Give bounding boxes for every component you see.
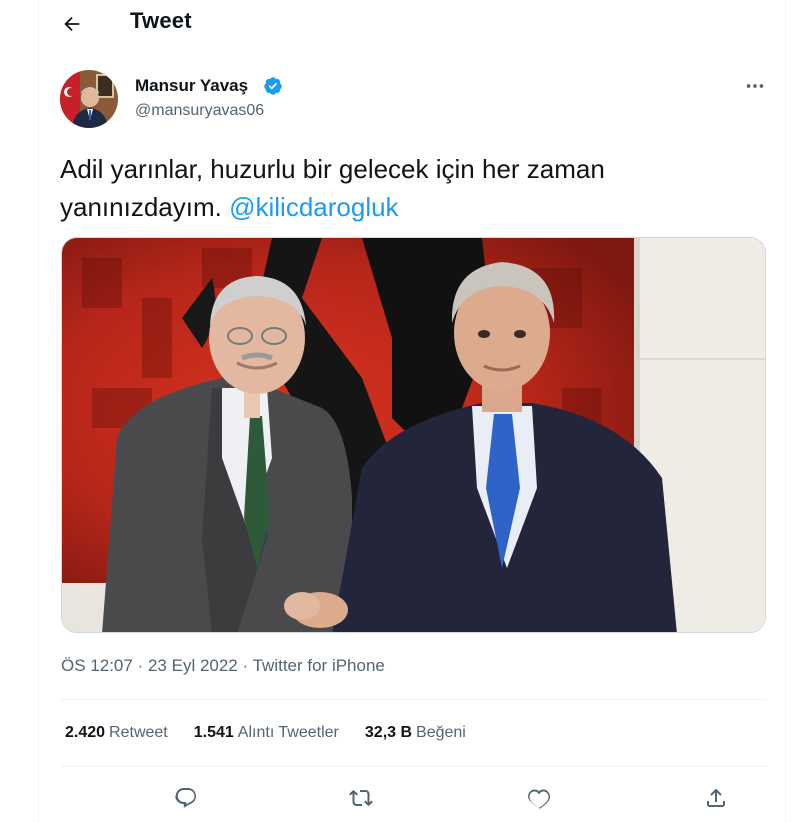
tweet-time[interactable]: ÖS 12:07 xyxy=(61,656,133,675)
quotes-stat[interactable]: 1.541 Alıntı Tweetler xyxy=(194,724,339,742)
share-icon xyxy=(707,788,725,807)
reply-button[interactable] xyxy=(166,778,206,818)
likes-stat[interactable]: 32,3 B Beğeni xyxy=(365,724,466,742)
divider xyxy=(61,766,766,767)
verified-badge-icon xyxy=(263,76,283,96)
tweet-text: Adil yarınlar, huzurlu bir gelecek için … xyxy=(60,150,760,226)
retweet-button[interactable] xyxy=(341,778,381,818)
retweets-count: 2.420 xyxy=(65,724,106,741)
tweet-source[interactable]: Twitter for iPhone xyxy=(253,656,385,675)
reply-icon xyxy=(175,788,196,808)
main-column: Tweet Mansur Yavaş @mansuryavas06 Adil y… xyxy=(38,0,786,823)
likes-count: 32,3 B xyxy=(364,724,413,741)
meta-separator: · xyxy=(242,656,249,675)
tweet-photo[interactable] xyxy=(61,237,766,633)
page-title: Tweet xyxy=(130,8,192,33)
author-name[interactable]: Mansur Yavaş xyxy=(135,76,248,96)
like-icon xyxy=(528,789,550,809)
tweet-stats: 2.420 Retweet 1.541 Alıntı Tweetler 32,3 B… xyxy=(65,724,466,742)
header-bar: Tweet xyxy=(39,0,785,46)
likes-label: Beğeni xyxy=(416,724,466,741)
mention-link[interactable]: @kilicdarogluk xyxy=(229,192,398,222)
tweet-actions xyxy=(61,778,766,818)
meta-separator: · xyxy=(137,656,144,675)
divider xyxy=(61,699,766,700)
avatar[interactable] xyxy=(60,70,118,128)
retweets-label: Retweet xyxy=(109,724,168,741)
arrow-left-icon xyxy=(64,16,80,32)
quotes-label: Alıntı Tweetler xyxy=(237,724,339,741)
like-button[interactable] xyxy=(519,778,559,818)
share-button[interactable] xyxy=(696,778,736,818)
more-horizontal-icon xyxy=(746,84,764,88)
retweets-stat[interactable]: 2.420 Retweet xyxy=(65,724,168,742)
tweet-date[interactable]: 23 Eyl 2022 xyxy=(148,656,238,675)
more-button[interactable] xyxy=(741,74,769,98)
tweet-page: Tweet Mansur Yavaş @mansuryavas06 Adil y… xyxy=(0,0,794,823)
author-handle[interactable]: @mansuryavas06 xyxy=(135,102,264,120)
retweet-icon xyxy=(349,789,373,807)
back-button[interactable] xyxy=(57,9,87,39)
tweet-meta: ÖS 12:07 · 23 Eyl 2022 · Twitter for iPh… xyxy=(61,656,385,676)
quotes-count: 1.541 xyxy=(193,724,234,741)
